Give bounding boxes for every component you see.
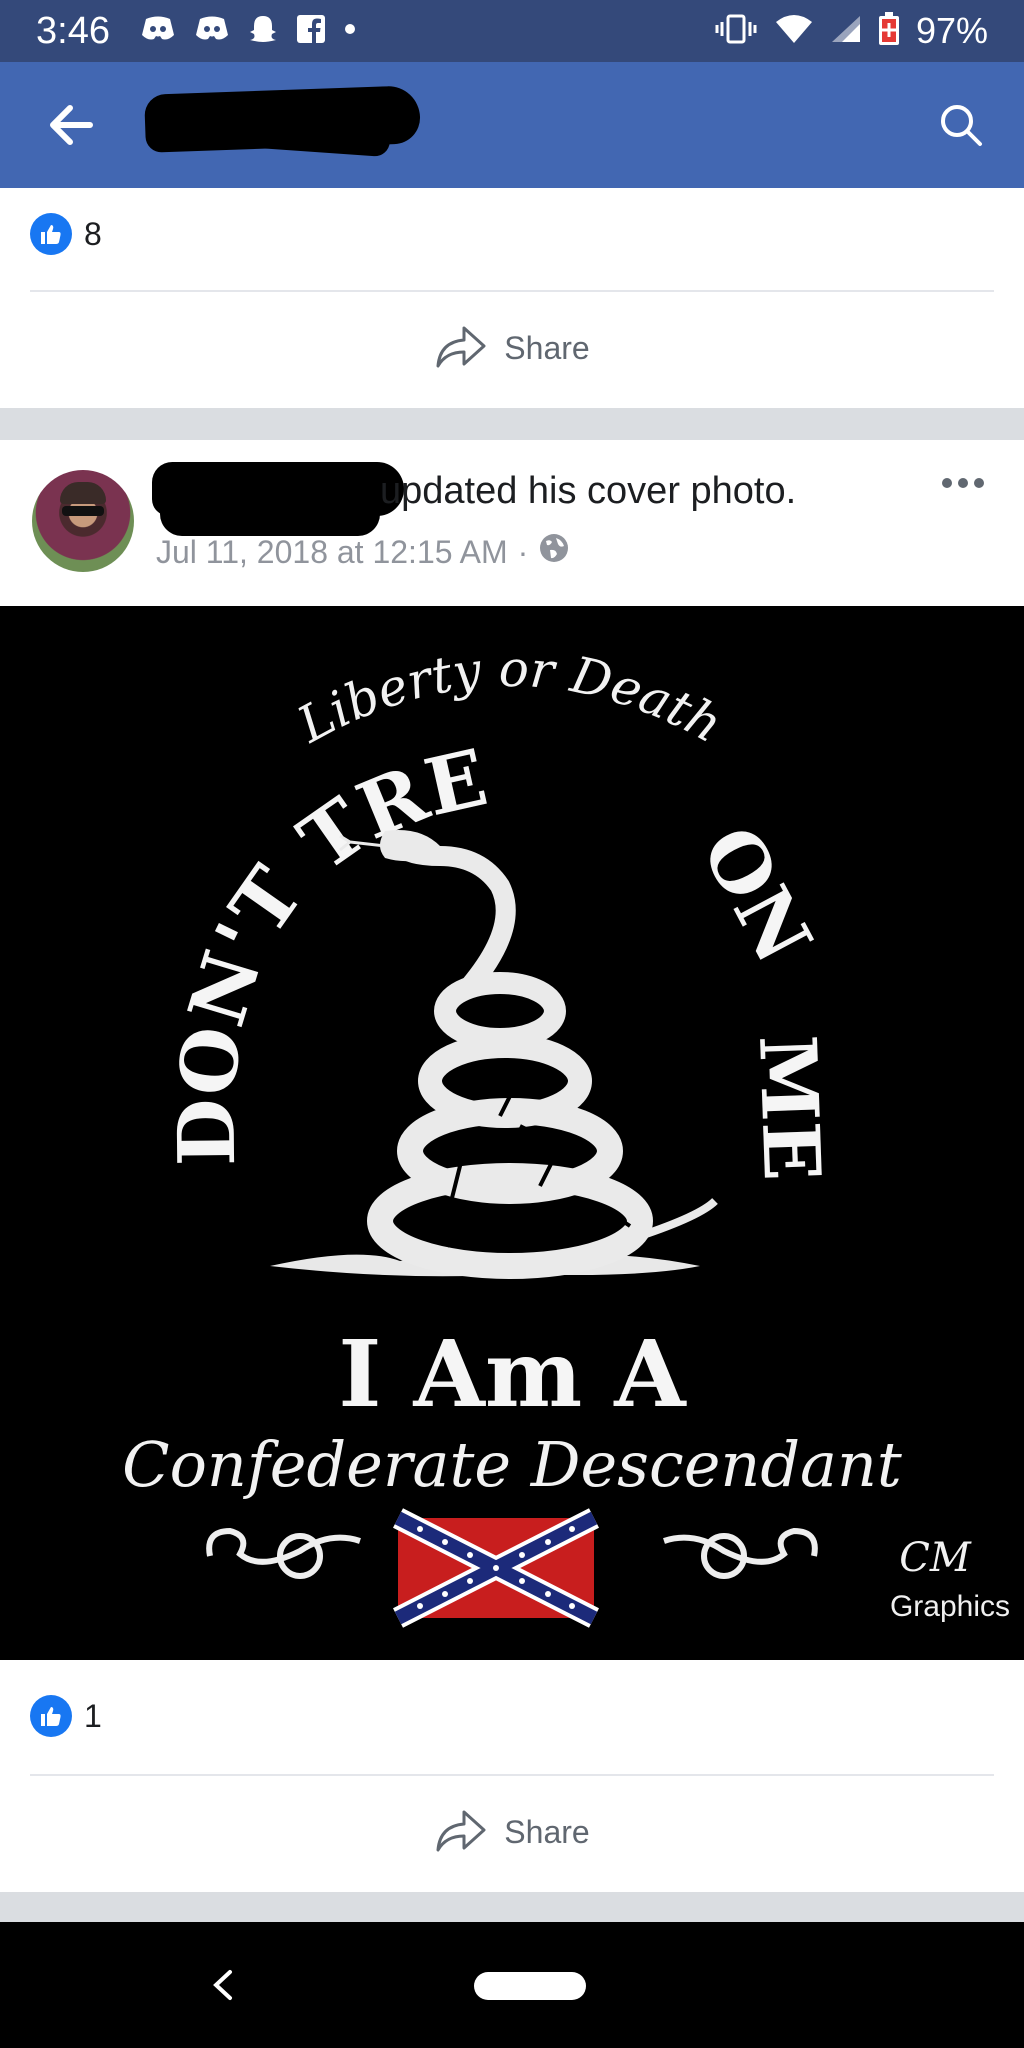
search-icon[interactable]: [938, 102, 984, 153]
back-arrow-icon[interactable]: [48, 102, 94, 153]
flourish-right: [663, 1527, 818, 1579]
app-bar: [0, 62, 1024, 188]
redacted-author-name: [160, 492, 380, 536]
globe-icon: [538, 532, 570, 572]
post-title: updated his cover photo.: [380, 470, 797, 512]
like-count: 1: [84, 1697, 102, 1734]
snapchat-icon: [248, 14, 278, 49]
status-bar: 3:46 97%: [0, 0, 1024, 62]
nav-back-icon[interactable]: [210, 1968, 236, 2007]
image-text-i-am-a: I Am A: [338, 1320, 687, 1428]
share-button[interactable]: Share: [0, 1776, 1024, 1888]
meta-separator: ·: [517, 533, 529, 570]
share-icon: [434, 322, 488, 375]
signal-icon: [830, 14, 862, 49]
more-options-icon[interactable]: [940, 476, 986, 495]
post-separator: [0, 408, 1024, 440]
snake-illustration: [270, 830, 718, 1279]
post2-reactions[interactable]: 1: [30, 1664, 994, 1768]
battery-icon: [878, 11, 900, 51]
watermark-graphics: Graphics: [890, 1590, 1010, 1623]
share-icon: [434, 1806, 488, 1859]
like-count: 8: [84, 215, 102, 252]
share-button[interactable]: Share: [0, 292, 1024, 404]
facebook-icon: [296, 14, 326, 49]
vibrate-icon: [714, 14, 758, 49]
battery-percent: 97%: [915, 10, 988, 51]
share-label: Share: [504, 1813, 590, 1850]
system-nav-bar: [0, 1922, 1024, 2048]
like-icon: [30, 213, 72, 255]
nav-home-pill[interactable]: [474, 1972, 586, 2000]
post1-reactions[interactable]: 8: [30, 182, 994, 286]
notification-icons: [140, 14, 356, 49]
discord-icon: [140, 15, 176, 48]
watermark-cm: CM: [899, 1535, 972, 1581]
image-text-liberty: Liberty or Death: [288, 640, 732, 755]
post-meta: Jul 11, 2018 at 12:15 AM ·: [156, 532, 570, 572]
wifi-icon: [774, 14, 814, 49]
image-text-confederate: Confederate Descendant: [122, 1428, 902, 1501]
avatar[interactable]: [32, 470, 134, 572]
post2-header: updated his cover photo. Jul 11, 2018 at…: [0, 440, 1024, 606]
post-timestamp[interactable]: Jul 11, 2018 at 12:15 AM: [156, 534, 508, 571]
dot-icon: [344, 22, 356, 40]
like-icon: [30, 1695, 72, 1737]
discord-icon: [194, 15, 230, 48]
status-time: 3:46: [36, 9, 110, 52]
post-separator: [0, 1892, 1024, 1922]
image-text-me: ME: [741, 1033, 837, 1182]
confederate-flag-image: [393, 1508, 599, 1628]
share-label: Share: [504, 329, 590, 366]
cover-photo[interactable]: Liberty or Death DON'T TREAD ON ME I Am …: [0, 606, 1024, 1660]
flourish-left: [206, 1527, 361, 1579]
